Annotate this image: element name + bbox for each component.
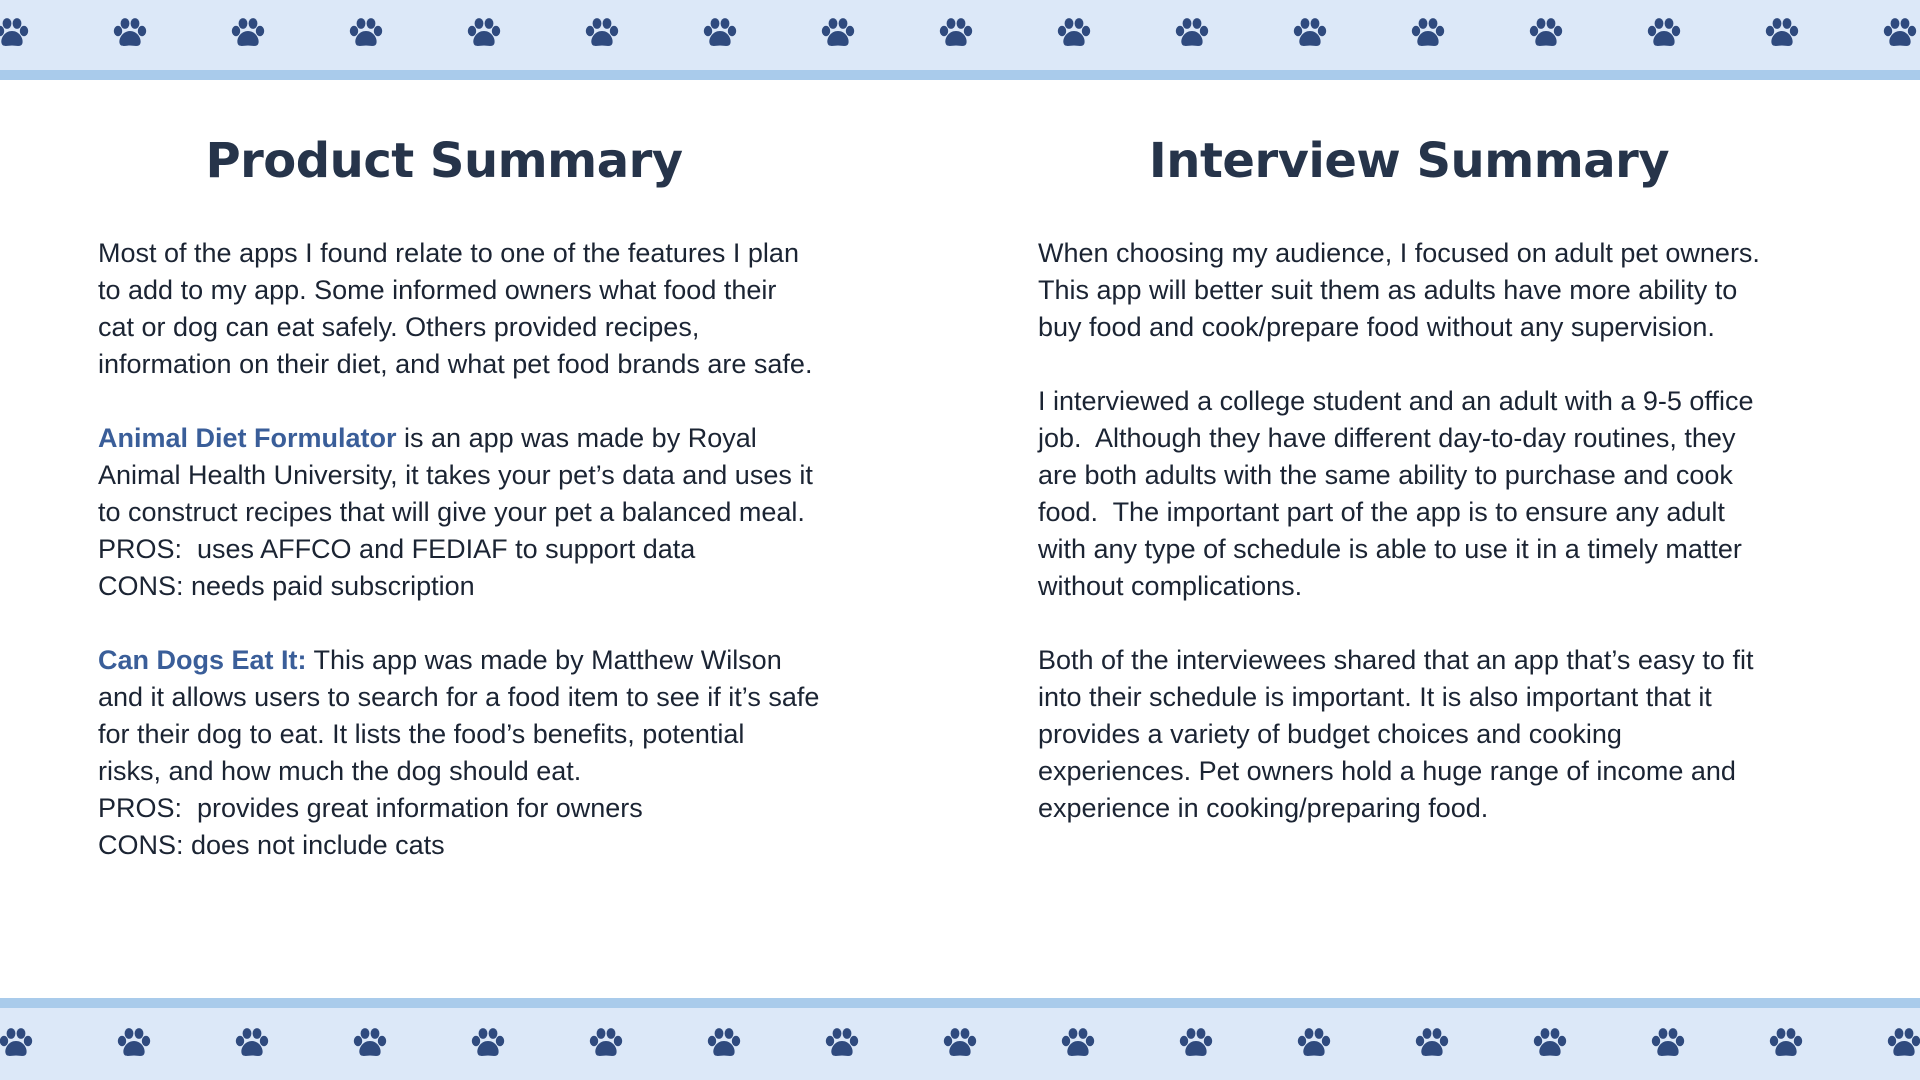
top-paw-border — [0, 0, 1920, 70]
text-line: Can Dogs Eat It: This app was made by Ma… — [98, 642, 858, 679]
app-review-can-dogs-eat-it: Can Dogs Eat It: This app was made by Ma… — [98, 642, 858, 864]
paw-print-icon — [1762, 14, 1802, 54]
paw-print-icon — [822, 1024, 862, 1064]
text-line: Animal Diet Formulator is an app was mad… — [98, 420, 858, 457]
paw-print-icon — [1880, 14, 1920, 54]
text-line: to construct recipes that will give your… — [98, 497, 805, 527]
text-line: buy food and cook/prepare food without a… — [1038, 312, 1715, 342]
pros-line: PROS: uses AFFCO and FEDIAF to support d… — [98, 534, 696, 564]
text-line: risks, and how much the dog should eat. — [98, 756, 582, 786]
paw-print-icon — [0, 1024, 36, 1064]
text-fragment: This app was made by Matthew Wilson — [306, 645, 782, 675]
paw-print-icon — [464, 14, 504, 54]
text-line: experience in cooking/preparing food. — [1038, 793, 1489, 823]
paw-print-icon — [1644, 14, 1684, 54]
text-line: food. The important part of the app is t… — [1038, 497, 1725, 527]
pros-line: PROS: provides great information for own… — [98, 793, 643, 823]
text-fragment: is an app was made by Royal — [396, 423, 757, 453]
interview-paragraph-findings: Both of the interviewees shared that an … — [1038, 642, 1798, 827]
app-name-highlight: Can Dogs Eat It: — [98, 645, 307, 675]
paw-print-icon — [704, 1024, 744, 1064]
paw-print-icon — [940, 1024, 980, 1064]
paw-print-icon — [232, 1024, 272, 1064]
paw-print-icon — [228, 14, 268, 54]
text-line: provides a variety of budget choices and… — [1038, 719, 1622, 749]
paw-print-icon — [936, 14, 976, 54]
app-name-highlight: Animal Diet Formulator — [98, 423, 397, 453]
paw-print-icon — [1176, 1024, 1216, 1064]
paw-print-icon — [1408, 14, 1448, 54]
interview-summary-column: Interview Summary When choosing my audie… — [1038, 125, 1798, 864]
paw-print-icon — [818, 14, 858, 54]
text-line: When choosing my audience, I focused on … — [1038, 238, 1760, 268]
text-line: I interviewed a college student and an a… — [1038, 386, 1754, 416]
top-border-line — [0, 70, 1920, 80]
interview-paragraph-interviewees: I interviewed a college student and an a… — [1038, 383, 1798, 605]
product-summary-title: Product Summary — [205, 133, 683, 189]
paw-print-icon — [582, 14, 622, 54]
paw-print-icon — [586, 1024, 626, 1064]
paw-print-icon — [1530, 1024, 1570, 1064]
product-summary-intro: Most of the apps I found relate to one o… — [98, 235, 858, 383]
cons-line: CONS: does not include cats — [98, 830, 445, 860]
text-line: Most of the apps I found relate to one o… — [98, 238, 799, 268]
text-line: cat or dog can eat safely. Others provid… — [98, 312, 700, 342]
interview-paragraph-audience: When choosing my audience, I focused on … — [1038, 235, 1798, 346]
paw-print-icon — [1412, 1024, 1452, 1064]
paw-print-icon — [1058, 1024, 1098, 1064]
slide: Product Summary Most of the apps I found… — [0, 0, 1920, 1080]
paw-print-icon — [114, 1024, 154, 1064]
paw-print-icon — [346, 14, 386, 54]
text-line: to add to my app. Some informed owners w… — [98, 275, 777, 305]
product-summary-column: Product Summary Most of the apps I found… — [98, 125, 858, 901]
paw-print-icon — [1172, 14, 1212, 54]
paw-print-icon — [1290, 14, 1330, 54]
paw-print-icon — [110, 14, 150, 54]
paw-print-icon — [1884, 1024, 1920, 1064]
text-line: and it allows users to search for a food… — [98, 682, 820, 712]
paw-print-icon — [350, 1024, 390, 1064]
text-line: without complications. — [1038, 571, 1303, 601]
paw-print-icon — [468, 1024, 508, 1064]
cons-line: CONS: needs paid subscription — [98, 571, 475, 601]
interview-summary-title: Interview Summary — [1148, 133, 1670, 189]
interview-summary-body: When choosing my audience, I focused on … — [1038, 235, 1798, 827]
paw-print-icon — [1054, 14, 1094, 54]
paw-print-icon — [0, 14, 32, 54]
paw-print-icon — [1648, 1024, 1688, 1064]
paw-print-icon — [1766, 1024, 1806, 1064]
bottom-paw-border — [0, 1008, 1920, 1080]
text-line: into their schedule is important. It is … — [1038, 682, 1712, 712]
bottom-border-line — [0, 998, 1920, 1008]
text-line: with any type of schedule is able to use… — [1038, 534, 1742, 564]
text-line: Animal Health University, it takes your … — [98, 460, 813, 490]
text-line: information on their diet, and what pet … — [98, 349, 813, 379]
text-line: This app will better suit them as adults… — [1038, 275, 1738, 305]
text-line: job. Although they have different day-to… — [1038, 423, 1736, 453]
text-line: for their dog to eat. It lists the food’… — [98, 719, 745, 749]
app-review-animal-diet-formulator: Animal Diet Formulator is an app was mad… — [98, 420, 858, 605]
paw-print-icon — [1294, 1024, 1334, 1064]
text-line: Both of the interviewees shared that an … — [1038, 645, 1754, 675]
paw-print-icon — [1526, 14, 1566, 54]
paw-print-icon — [700, 14, 740, 54]
text-line: are both adults with the same ability to… — [1038, 460, 1733, 490]
product-summary-body: Most of the apps I found relate to one o… — [98, 235, 858, 864]
text-line: experiences. Pet owners hold a huge rang… — [1038, 756, 1736, 786]
